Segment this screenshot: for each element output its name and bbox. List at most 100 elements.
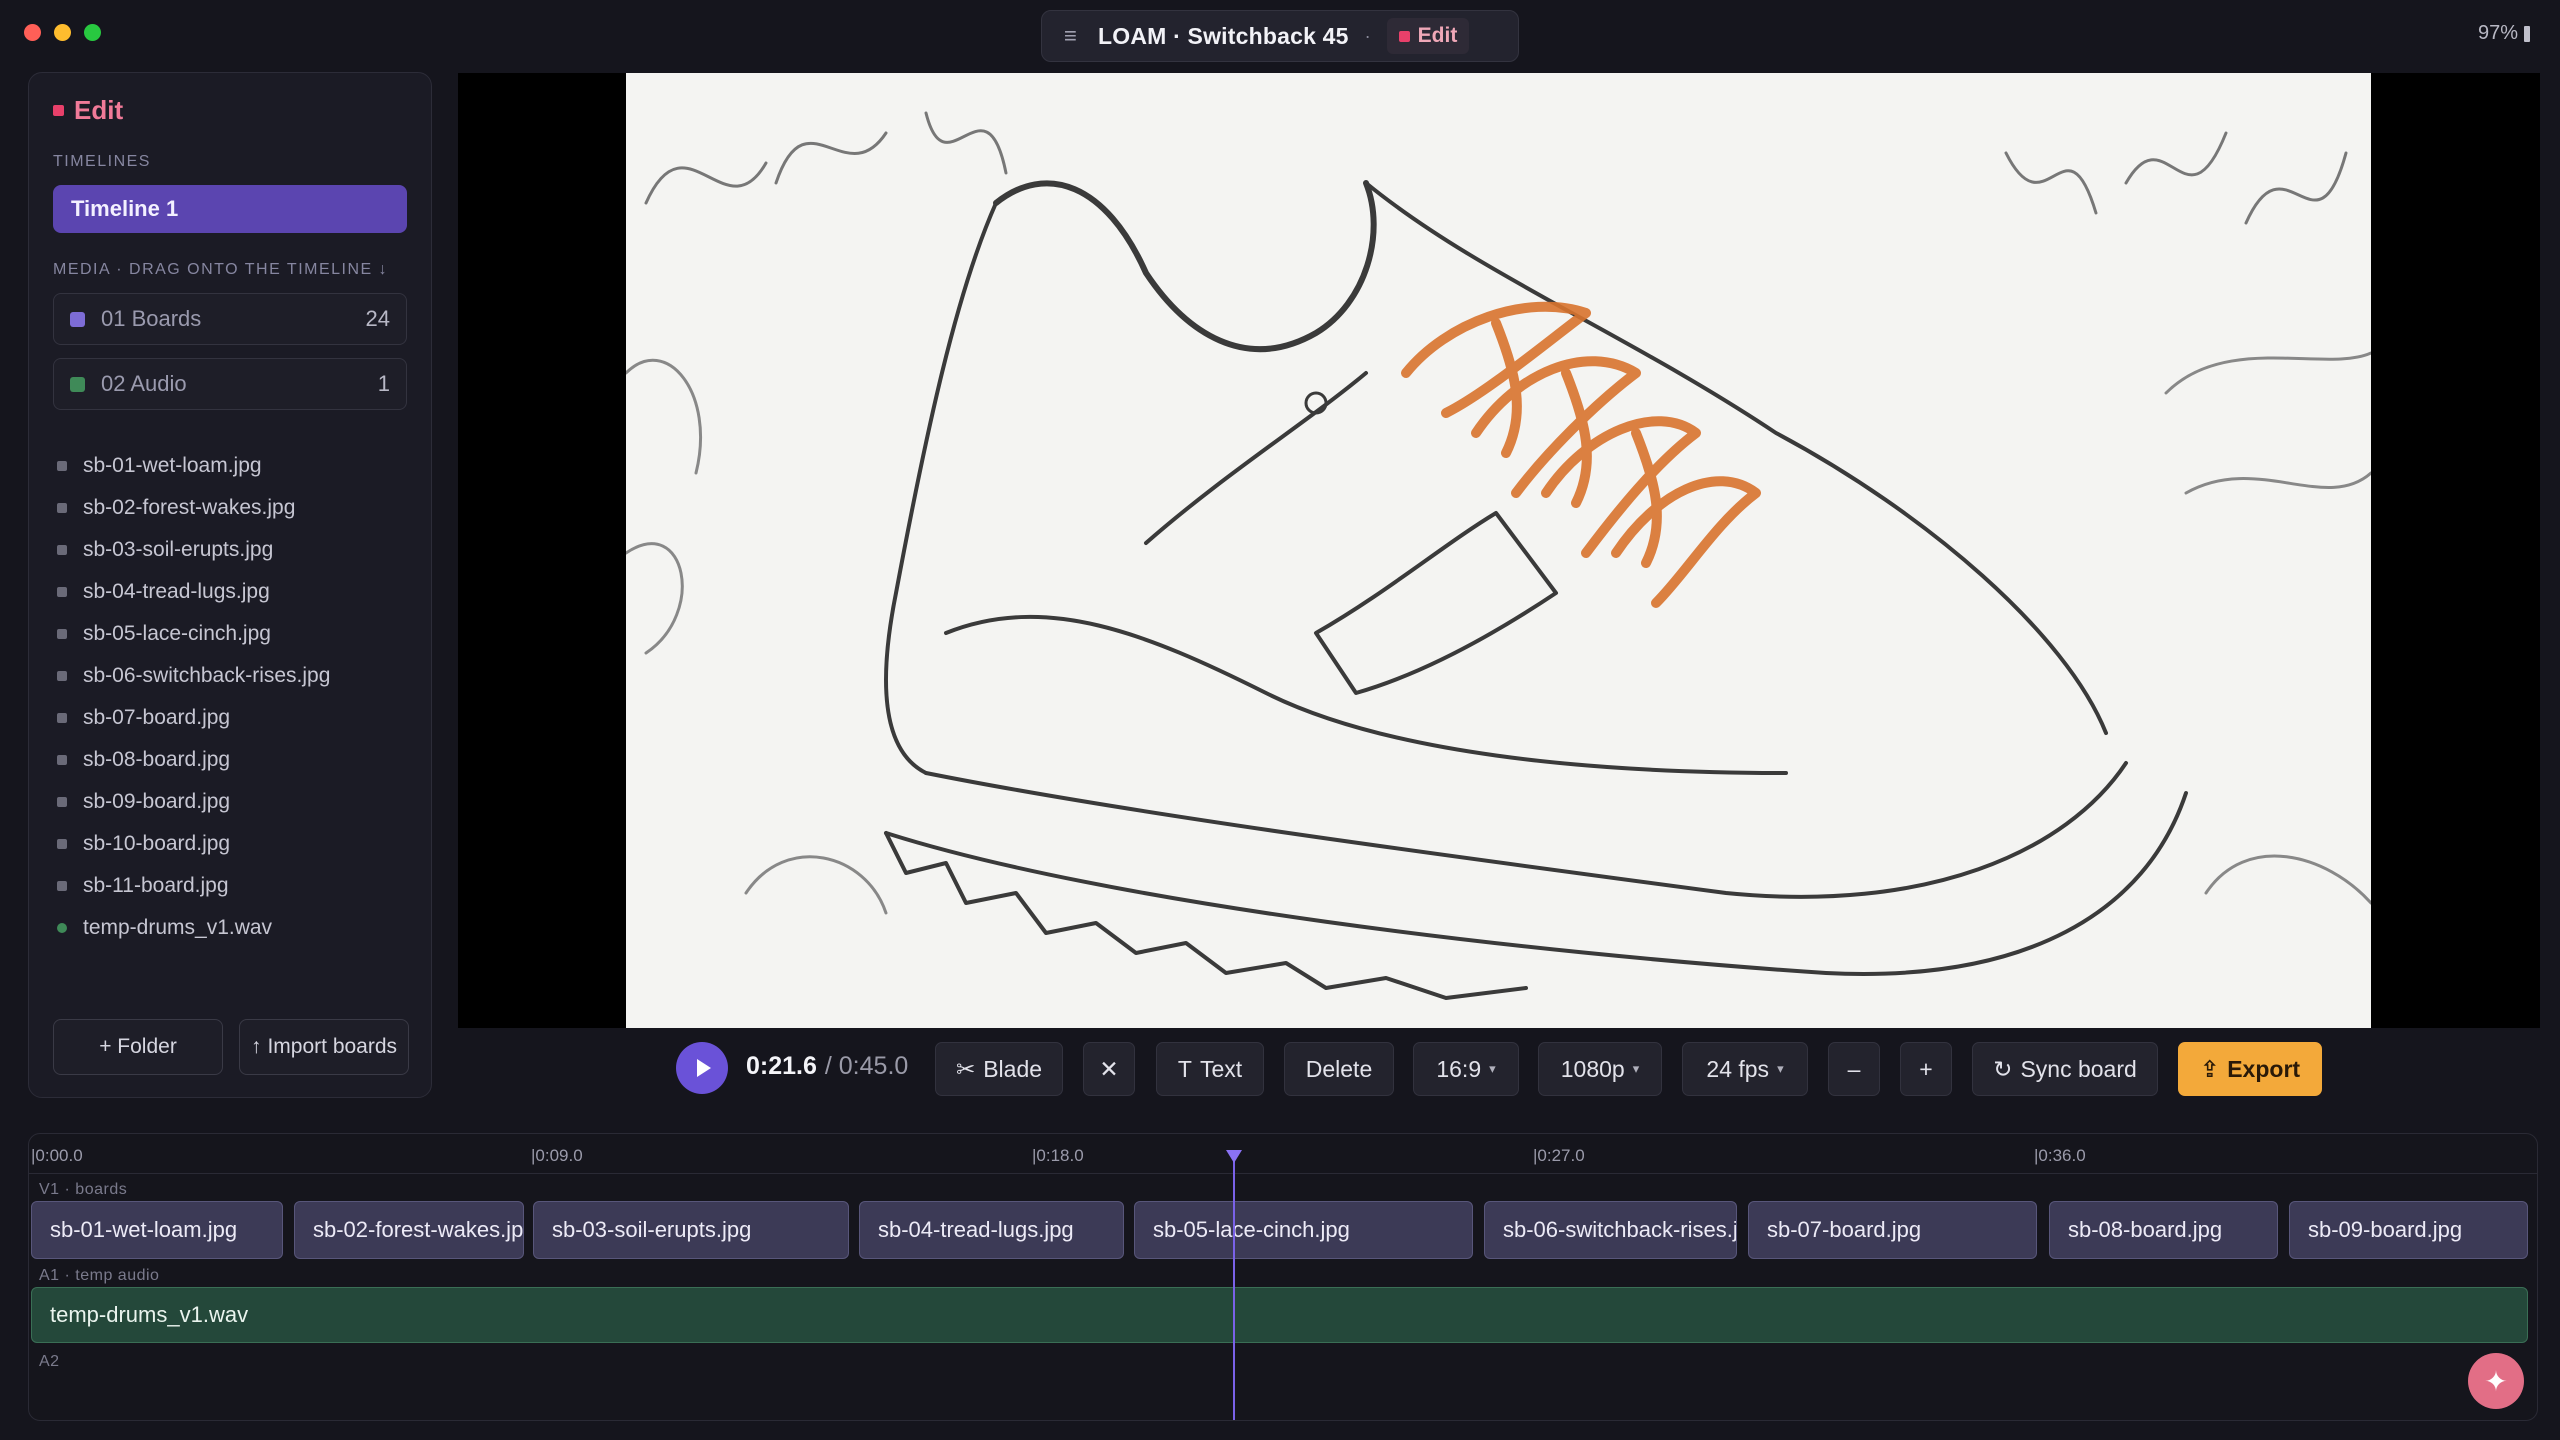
folder-audio[interactable]: 02 Audio 1 — [53, 358, 407, 410]
assistant-sparkle-button[interactable]: ✦ — [2468, 1353, 2524, 1409]
media-file-item[interactable]: sb-03-soil-erupts.jpg — [57, 529, 427, 571]
timeline-clip[interactable]: sb-01-wet-loam.jpg — [31, 1201, 283, 1259]
chevron-down-icon: ▾ — [1777, 1061, 1784, 1076]
ruler-tick: |0:27.0 — [1533, 1146, 1585, 1165]
fps-select[interactable]: 24 fps ▾ — [1682, 1042, 1808, 1096]
sidebar-mode-header: Edit — [53, 95, 123, 126]
image-file-icon — [57, 629, 67, 639]
timelines-section-label: TIMELINES — [53, 153, 151, 170]
media-file-item[interactable]: sb-10-board.jpg — [57, 823, 427, 865]
transport-bar: ✂ Blade ✕ T Text Delete 16:9 ▾ 1080p ▾ 2… — [0, 1042, 2560, 1096]
battery-level: 97% — [2477, 22, 2518, 44]
timeline-clip[interactable]: sb-07-board.jpg — [1748, 1201, 2037, 1259]
text-button[interactable]: T Text — [1156, 1042, 1264, 1096]
file-name: sb-11-board.jpg — [83, 874, 229, 897]
close-window-button[interactable] — [24, 24, 41, 41]
ruler-tick: |0:36.0 — [2034, 1146, 2086, 1165]
battery-indicator: 97% — [2478, 22, 2530, 45]
timeline-clip[interactable]: sb-08-board.jpg — [2049, 1201, 2278, 1259]
media-file-item[interactable]: sb-06-switchback-rises.jpg — [57, 655, 427, 697]
file-name: sb-02-forest-wakes.jpg — [83, 496, 296, 519]
timeline-clip[interactable]: sb-09-board.jpg — [2289, 1201, 2528, 1259]
timeline-clip[interactable]: sb-02-forest-wakes.jpg — [294, 1201, 524, 1259]
image-file-icon — [57, 503, 67, 513]
close-icon: ✕ — [1099, 1055, 1119, 1082]
timeline-clip[interactable]: sb-03-soil-erupts.jpg — [533, 1201, 849, 1259]
media-file-item[interactable]: sb-07-board.jpg — [57, 697, 427, 739]
sparkle-icon: ✦ — [2484, 1365, 2508, 1397]
file-name: sb-05-lace-cinch.jpg — [83, 622, 271, 645]
folder-icon — [70, 376, 85, 392]
media-file-item[interactable]: sb-11-board.jpg — [57, 865, 427, 907]
close-button[interactable]: ✕ — [1083, 1042, 1135, 1096]
video-track-label: V1 · boards — [39, 1181, 128, 1198]
audio-track-2-label: A2 — [39, 1353, 60, 1370]
title-bar: ≡ LOAM · Switchback 45 · Edit — [1041, 10, 1519, 62]
resolution-value: 1080p — [1560, 1055, 1625, 1082]
media-file-item[interactable]: sb-04-tread-lugs.jpg — [57, 571, 427, 613]
aspect-ratio-value: 16:9 — [1436, 1055, 1482, 1082]
text-tool-icon: T — [1177, 1055, 1192, 1082]
timeline-panel: |0:00.0 |0:09.0 |0:18.0 |0:27.0 |0:36.0 … — [28, 1133, 2538, 1421]
mode-badge-label: Edit — [1417, 24, 1458, 47]
image-file-icon — [57, 713, 67, 723]
media-file-item[interactable]: sb-09-board.jpg — [57, 781, 427, 823]
timeline-clip[interactable]: sb-05-lace-cinch.jpg — [1134, 1201, 1473, 1259]
chevron-down-icon: ▾ — [1632, 1061, 1640, 1076]
audio-clip[interactable]: temp-drums_v1.wav — [31, 1287, 2528, 1343]
timeline-clip[interactable]: sb-04-tread-lugs.jpg — [859, 1201, 1124, 1259]
text-label: Text — [1199, 1055, 1243, 1082]
sync-icon: ↻ — [1993, 1055, 2013, 1082]
image-file-icon — [57, 881, 67, 891]
mode-badge[interactable]: Edit — [1386, 18, 1470, 54]
zoom-in-button[interactable]: + — [1900, 1042, 1952, 1096]
scissors-icon: ✂ — [955, 1055, 976, 1082]
ruler-tick: |0:09.0 — [531, 1146, 583, 1165]
folder-count: 24 — [365, 306, 390, 331]
media-file-item[interactable]: temp-drums_v1.wav — [57, 907, 427, 949]
image-file-icon — [57, 755, 67, 765]
resolution-select[interactable]: 1080p ▾ — [1538, 1042, 1662, 1096]
timeline-clip[interactable]: sb-06-switchback-rises.jpg — [1484, 1201, 1737, 1259]
image-file-icon — [57, 545, 67, 555]
zoom-out-button[interactable]: – — [1828, 1042, 1880, 1096]
storyboard-frame[interactable] — [626, 73, 2371, 1028]
file-name: sb-08-board.jpg — [83, 748, 231, 771]
media-file-item[interactable]: sb-01-wet-loam.jpg — [57, 445, 427, 487]
playhead[interactable] — [1233, 1155, 1235, 1420]
ruler-tick: |0:00.0 — [31, 1146, 83, 1165]
sidebar-mode-title: Edit — [74, 95, 124, 125]
image-file-icon — [57, 797, 67, 807]
minimize-window-button[interactable] — [54, 24, 71, 41]
media-file-item[interactable]: sb-08-board.jpg — [57, 739, 427, 781]
media-section-label: MEDIA · DRAG ONTO THE TIMELINE ↓ — [53, 261, 389, 278]
blade-label: Blade — [983, 1055, 1043, 1082]
folder-boards[interactable]: 01 Boards 24 — [53, 293, 407, 345]
blade-button[interactable]: ✂ Blade — [935, 1042, 1063, 1096]
timeline-ruler[interactable]: |0:00.0 |0:09.0 |0:18.0 |0:27.0 |0:36.0 — [29, 1134, 2537, 1174]
battery-icon — [2524, 25, 2530, 42]
folder-icon — [70, 311, 85, 327]
edit-mode-icon — [1398, 30, 1410, 42]
media-file-item[interactable]: sb-02-forest-wakes.jpg — [57, 487, 427, 529]
aspect-ratio-select[interactable]: 16:9 ▾ — [1413, 1042, 1519, 1096]
delete-button[interactable]: Delete — [1284, 1042, 1394, 1096]
file-name: temp-drums_v1.wav — [83, 916, 273, 939]
image-file-icon — [57, 587, 67, 597]
file-name: sb-04-tread-lugs.jpg — [83, 580, 270, 603]
shoe-sketch-image — [626, 111, 2371, 1000]
media-file-item[interactable]: sb-05-lace-cinch.jpg — [57, 613, 427, 655]
zoom-window-button[interactable] — [84, 24, 101, 41]
media-file-list: sb-01-wet-loam.jpg sb-02-forest-wakes.jp… — [57, 445, 427, 949]
file-name: sb-10-board.jpg — [83, 832, 231, 855]
menu-icon[interactable]: ≡ — [1064, 23, 1082, 49]
export-button[interactable]: ⇪ Export — [2178, 1042, 2322, 1096]
sync-board-button[interactable]: ↻ Sync board — [1972, 1042, 2158, 1096]
timeline-item-1[interactable]: Timeline 1 — [53, 185, 407, 233]
audio-track-label: A1 · temp audio — [39, 1267, 160, 1284]
file-name: sb-09-board.jpg — [83, 790, 231, 813]
title-separator: · — [1364, 25, 1371, 46]
file-name: sb-01-wet-loam.jpg — [83, 454, 262, 477]
playhead-handle[interactable] — [1226, 1150, 1242, 1163]
ruler-tick: |0:18.0 — [1032, 1146, 1084, 1165]
